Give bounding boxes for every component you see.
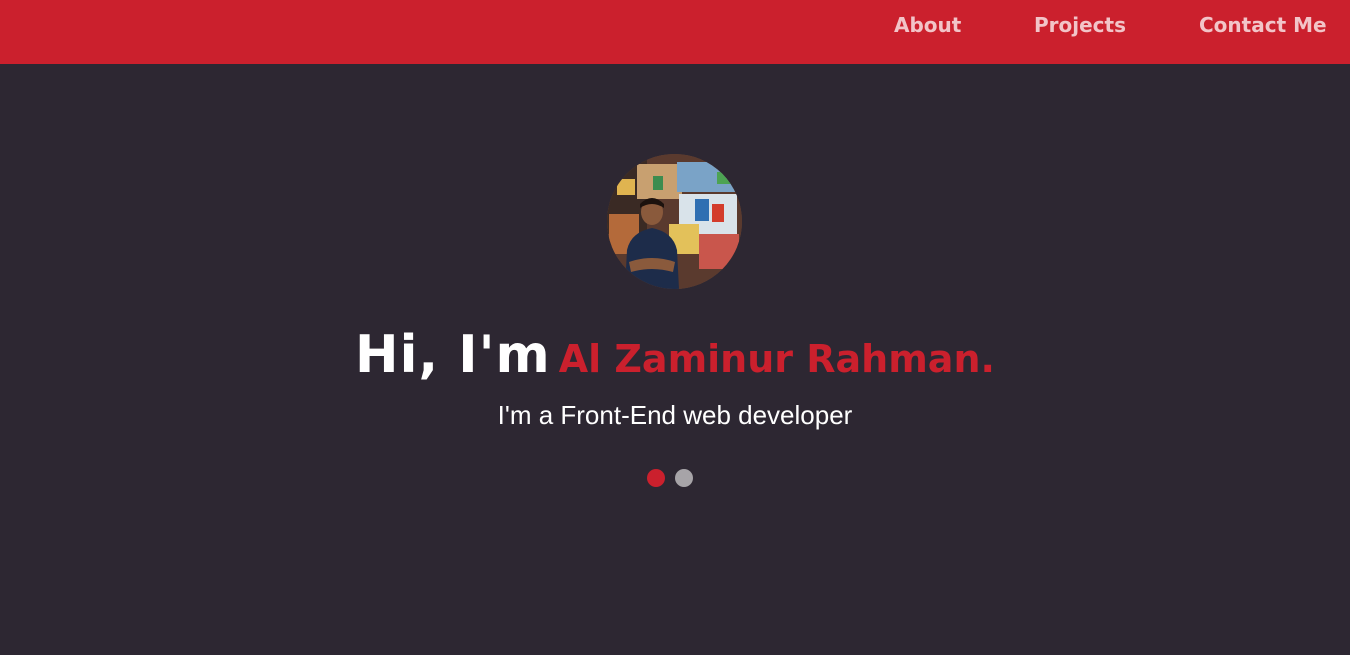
- developer-name: Al Zaminur Rahman.: [558, 337, 995, 381]
- carousel-dot-2[interactable]: [675, 469, 693, 487]
- hero-headline: Hi, I'm Al Zaminur Rahman.: [0, 322, 1350, 400]
- hero-subtitle: I'm a Front-End web developer: [497, 400, 853, 430]
- carousel-indicators: [647, 469, 695, 487]
- nav-link-projects[interactable]: Projects: [1034, 12, 1126, 38]
- carousel-dot-1[interactable]: [647, 469, 665, 487]
- nav-link-contact-me[interactable]: Contact Me: [1199, 12, 1327, 38]
- greeting-text: Hi, I'm: [355, 325, 551, 385]
- profile-avatar: [607, 154, 742, 289]
- profile-photo-illustration: [607, 154, 742, 289]
- nav-link-about[interactable]: About: [894, 12, 961, 38]
- top-navbar: About Projects Contact Me: [0, 0, 1350, 64]
